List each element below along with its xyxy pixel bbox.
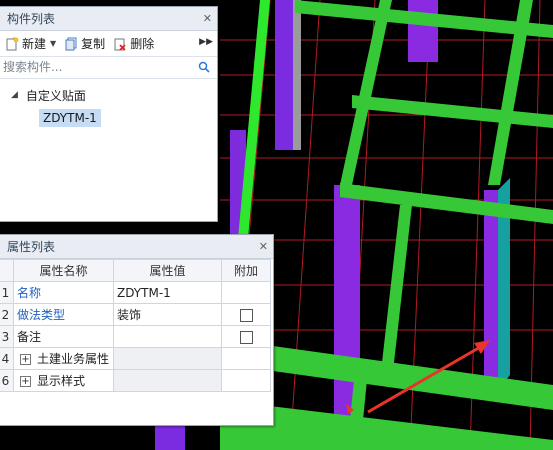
property-name[interactable]: 名称 [13, 281, 114, 304]
property-value [113, 347, 222, 370]
extra-cell [221, 347, 271, 370]
expand-icon[interactable]: + [20, 354, 31, 365]
property-value[interactable]: ZDYTM-1 [113, 281, 222, 304]
new-label: 新建 [22, 37, 47, 51]
property-list-panel: 属性列表 ✕ 属性名称 属性值 附加 1 名称 ZDYTM-1 2 做法类型 装… [0, 234, 274, 426]
header-rownum [0, 259, 14, 282]
table-row[interactable]: 3 备注 [0, 325, 271, 348]
delete-icon [114, 38, 126, 51]
extra-cell [221, 369, 271, 392]
property-value [113, 369, 222, 392]
row-number: 4 [0, 347, 14, 370]
copy-label: 复制 [81, 37, 106, 51]
search-icon[interactable] [198, 61, 210, 73]
collapse-icon[interactable]: ◢ [11, 90, 18, 100]
property-name[interactable]: 备注 [13, 325, 114, 348]
more-options-icon[interactable]: ▶▶ [199, 37, 213, 47]
delete-label: 删除 [130, 37, 155, 51]
delete-button[interactable]: 删除 [113, 35, 154, 52]
table-row[interactable]: 4 + 土建业务属性 [0, 347, 271, 370]
header-extra: 附加 [221, 259, 271, 282]
close-icon[interactable]: ✕ [259, 235, 268, 259]
copy-button[interactable]: 复制 [64, 35, 105, 52]
row-number: 1 [0, 281, 14, 304]
table-row[interactable]: 1 名称 ZDYTM-1 [0, 281, 271, 304]
property-value[interactable]: 装饰 [113, 303, 222, 326]
component-panel-titlebar: 构件列表 ✕ [0, 7, 217, 31]
tree-item-zdytm-1[interactable]: ZDYTM-1 [39, 109, 101, 127]
copy-icon [65, 37, 77, 50]
property-group-civil[interactable]: + 土建业务属性 [13, 347, 114, 370]
extra-cell [221, 303, 271, 326]
property-group-display[interactable]: + 显示样式 [13, 369, 114, 392]
property-panel-titlebar: 属性列表 ✕ [0, 235, 273, 259]
table-row[interactable]: 2 做法类型 装饰 [0, 303, 271, 326]
component-toolbar: 新建 ▼ 复制 删除 ▶▶ [0, 31, 217, 57]
search-row [0, 57, 217, 79]
property-table: 属性名称 属性值 附加 1 名称 ZDYTM-1 2 做法类型 装饰 3 备注 … [0, 259, 271, 392]
header-name: 属性名称 [13, 259, 114, 282]
component-tree: ◢ 自定义贴面 ZDYTM-1 [0, 79, 217, 127]
property-value[interactable] [113, 325, 222, 348]
header-value: 属性值 [113, 259, 222, 282]
new-button[interactable]: 新建 ▼ [5, 35, 56, 52]
property-name[interactable]: 做法类型 [13, 303, 114, 326]
row-number: 2 [0, 303, 14, 326]
expand-icon[interactable]: + [20, 376, 31, 387]
chevron-down-icon[interactable]: ▼ [50, 39, 56, 48]
table-header-row: 属性名称 属性值 附加 [0, 259, 271, 282]
tree-root-label: 自定义贴面 [25, 88, 86, 103]
extra-checkbox[interactable] [239, 330, 253, 344]
property-name: 土建业务属性 [37, 352, 110, 366]
property-name: 显示样式 [37, 374, 86, 388]
close-icon[interactable]: ✕ [203, 7, 212, 31]
extra-cell [221, 281, 271, 304]
new-icon [6, 37, 19, 50]
search-input[interactable] [0, 57, 187, 77]
component-panel-title: 构件列表 [7, 12, 56, 26]
row-number: 3 [0, 325, 14, 348]
property-panel-title: 属性列表 [7, 240, 56, 254]
tree-item-custom-veneer[interactable]: ◢ 自定义贴面 [0, 85, 217, 105]
row-number: 6 [0, 369, 14, 392]
extra-cell [221, 325, 271, 348]
component-list-panel: 构件列表 ✕ 新建 ▼ 复制 删除 ▶▶ 搜索构件... ◢ 自定义贴面 ZDY… [0, 6, 218, 222]
table-row[interactable]: 6 + 显示样式 [0, 369, 271, 392]
extra-checkbox[interactable] [239, 308, 253, 322]
